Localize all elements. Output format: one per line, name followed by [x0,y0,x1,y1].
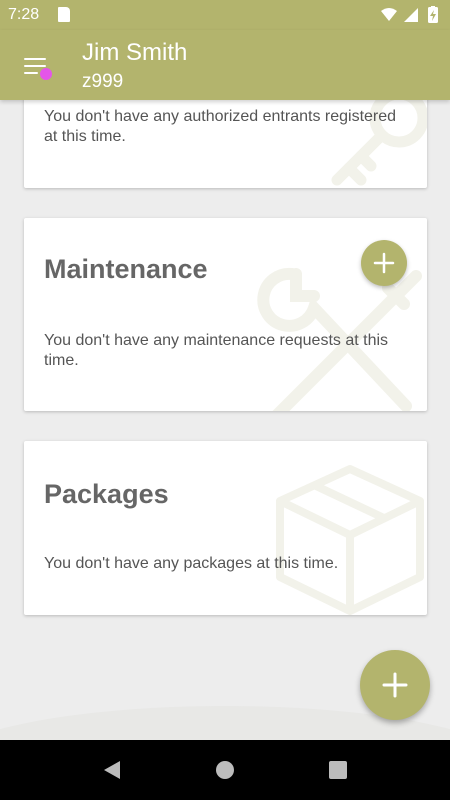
app-bar: Jim Smith z999 [0,30,450,100]
notification-dot [40,68,52,80]
maintenance-card: Maintenance You don't have any maintenan… [24,218,427,411]
maintenance-title: Maintenance [44,254,208,284]
authorized-entrants-card: You don't have any authorized entrants r… [24,100,427,188]
user-id: z999 [82,71,124,92]
navigation-bar [0,740,450,800]
home-icon[interactable] [213,758,237,782]
add-fab-button[interactable] [360,650,430,720]
packages-card: Packages You don't have any packages at … [24,441,427,615]
add-maintenance-button[interactable] [361,240,407,286]
sd-card-icon [58,7,70,22]
wifi-icon [381,8,397,21]
packages-title: Packages [44,479,169,509]
packages-empty-text: You don't have any packages at this time… [44,555,339,572]
plus-icon [373,252,395,274]
back-icon[interactable] [100,758,124,782]
status-bar: 7:28 [0,0,450,30]
package-box-icon [276,465,424,615]
plus-icon [382,672,408,698]
status-time: 7:28 [8,6,40,23]
menu-button[interactable] [20,54,52,82]
content-scroll-area[interactable]: You don't have any authorized entrants r… [0,100,450,740]
signal-icon [404,8,418,22]
status-icons [380,6,442,29]
maintenance-empty-text: You don't have any maintenance requests … [44,332,389,369]
recents-icon[interactable] [326,758,350,782]
battery-charging-icon [428,6,438,23]
authorized-entrants-empty-text: You don't have any authorized entrants r… [44,108,397,145]
user-name: Jim Smith [82,39,188,66]
